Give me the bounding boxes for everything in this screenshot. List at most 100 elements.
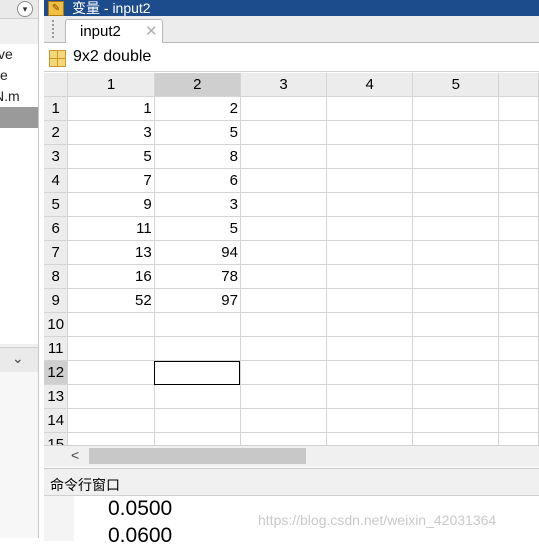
grid-cell[interactable] [412,192,500,217]
grid-cell[interactable] [326,264,414,289]
grid-cell[interactable] [412,312,500,337]
grid-cell[interactable] [326,312,414,337]
grid-cell[interactable] [326,288,414,313]
grid-cell[interactable]: 5 [154,120,241,145]
grid-cell[interactable] [412,240,500,265]
grid-cell[interactable] [67,432,155,445]
grid-cell[interactable] [240,336,328,361]
grid-cell[interactable] [326,240,414,265]
row-header[interactable]: 1 [44,96,69,121]
grid-cell[interactable] [326,144,414,169]
grid-cell[interactable] [326,120,414,145]
grid-cell[interactable]: 94 [154,240,241,265]
grid-cell[interactable]: 78 [154,264,241,289]
file-item-selected[interactable] [0,107,38,128]
grid-cell[interactable] [412,144,500,169]
grid-cell[interactable]: 7 [67,168,155,193]
grid-cell[interactable] [240,216,328,241]
grid-cell[interactable] [498,216,539,241]
grid-cell[interactable] [412,408,500,433]
drag-handle-icon[interactable] [52,20,60,38]
grid-cell[interactable] [412,384,500,409]
grid-corner[interactable] [44,73,69,97]
grid-cell[interactable]: 9 [67,192,155,217]
grid-cell[interactable] [240,264,328,289]
grid-cell[interactable] [154,336,241,361]
grid-cell[interactable] [240,432,328,445]
grid-cell[interactable]: 97 [154,288,241,313]
row-header[interactable]: 15 [44,432,69,445]
grid-cell[interactable] [240,120,328,145]
grid-cell[interactable] [240,288,328,313]
row-header[interactable]: 7 [44,240,69,265]
grid-cell[interactable] [154,408,241,433]
row-header[interactable]: 9 [44,288,69,313]
row-header[interactable]: 6 [44,216,69,241]
row-header[interactable]: 4 [44,168,69,193]
grid-cell[interactable] [412,168,500,193]
grid-cell[interactable] [412,432,500,445]
grid-cell[interactable] [240,96,328,121]
grid-cell[interactable]: 8 [154,144,241,169]
grid-cell[interactable]: 2 [154,96,241,121]
grid-cell[interactable] [326,336,414,361]
grid-cell[interactable] [326,168,414,193]
row-header[interactable]: 13 [44,384,69,409]
row-header[interactable]: 11 [44,336,69,361]
grid-cell[interactable] [498,120,539,145]
grid-cell[interactable] [498,336,539,361]
grid-cell[interactable] [326,192,414,217]
grid-cell-selected[interactable] [154,360,241,385]
grid-cell[interactable] [498,408,539,433]
grid-cell[interactable]: 11 [67,216,155,241]
grid-cell[interactable]: 6 [154,168,241,193]
grid-cell[interactable] [326,408,414,433]
grid-cell[interactable] [412,360,500,385]
grid-cell[interactable] [412,120,500,145]
grid-cell[interactable]: 5 [154,216,241,241]
grid-cell[interactable] [240,192,328,217]
column-header[interactable]: 1 [67,73,155,97]
grid-cell[interactable] [154,432,241,445]
horizontal-scrollbar[interactable]: < [44,445,539,467]
grid-cell[interactable]: 3 [154,192,241,217]
grid-cell[interactable] [326,216,414,241]
grid-cell[interactable] [240,144,328,169]
grid-cell[interactable] [498,96,539,121]
grid-cell[interactable] [240,168,328,193]
file-item[interactable]: e [0,65,38,86]
file-item[interactable]: N.m [0,86,38,107]
details-header[interactable]: ⌄ [0,347,38,373]
grid-cell[interactable] [240,240,328,265]
column-header[interactable]: 5 [412,73,500,97]
column-header-selected[interactable]: 2 [154,73,241,97]
row-header[interactable]: 3 [44,144,69,169]
scroll-left-icon[interactable]: < [71,447,79,463]
row-header[interactable]: 12 [44,360,69,385]
grid-cell[interactable] [498,432,539,445]
grid-cell[interactable] [67,384,155,409]
column-header[interactable]: 4 [326,73,414,97]
grid-cell[interactable] [498,264,539,289]
column-header[interactable]: 3 [240,73,328,97]
grid-cell[interactable] [412,336,500,361]
scrollbar-thumb[interactable] [89,448,306,464]
grid-cell[interactable]: 13 [67,240,155,265]
grid-cell[interactable] [67,312,155,337]
grid-cell[interactable] [412,96,500,121]
grid-cell[interactable]: 16 [67,264,155,289]
grid-cell[interactable] [412,264,500,289]
grid-cell[interactable] [240,312,328,337]
grid-cell[interactable] [498,192,539,217]
chevron-down-icon[interactable]: ▾ [17,1,33,17]
grid-cell[interactable] [412,216,500,241]
grid-cell[interactable] [67,408,155,433]
grid-cell[interactable] [154,384,241,409]
close-icon[interactable]: ✕ [145,22,158,40]
grid-cell[interactable] [240,408,328,433]
grid-cell[interactable] [498,384,539,409]
row-header[interactable]: 8 [44,264,69,289]
tab-input2[interactable]: input2 ✕ [65,19,163,44]
row-header[interactable]: 14 [44,408,69,433]
file-item[interactable]: ve [0,44,38,65]
